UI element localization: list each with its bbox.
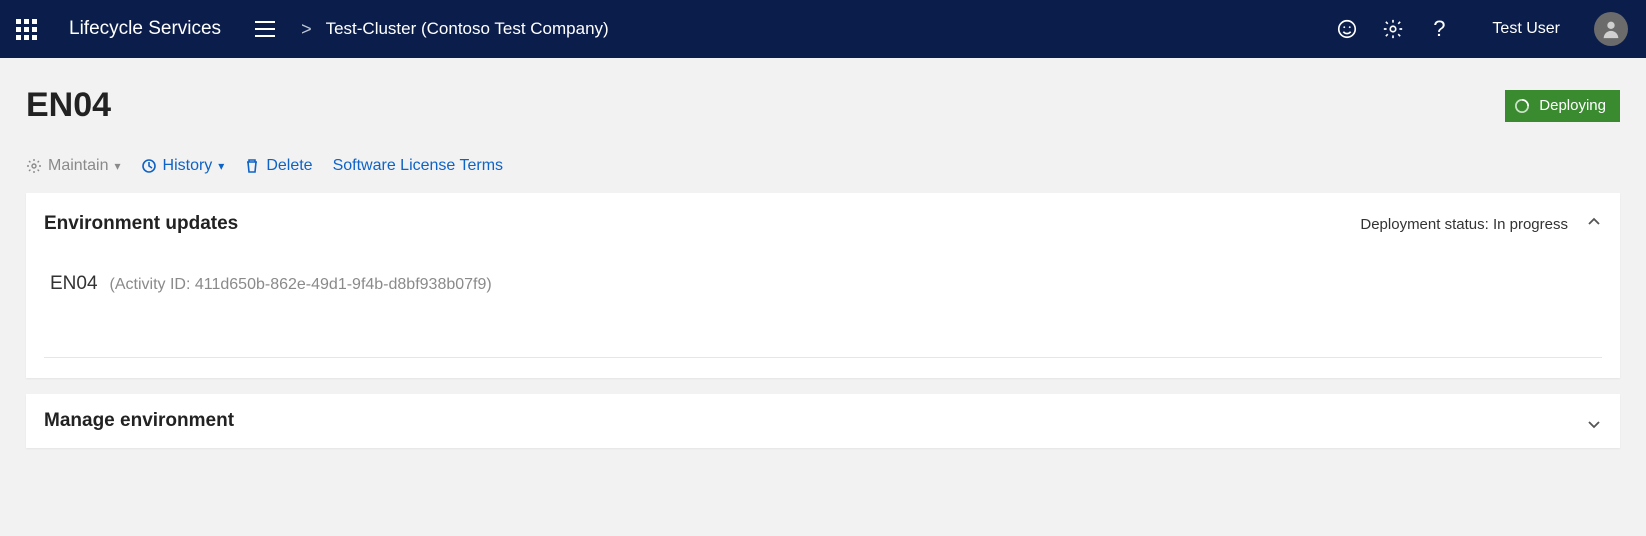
header-actions: ? Test User: [1336, 12, 1628, 46]
update-activity-id: (Activity ID: 411d650b-862e-49d1-9f4b-d8…: [110, 276, 492, 294]
hamburger-icon[interactable]: [249, 15, 281, 43]
expand-chevron-down-icon[interactable]: [1586, 411, 1602, 432]
deployment-status-value: In progress: [1493, 216, 1568, 233]
command-bar: Maintain ▾ History ▾ Delete Software Lic…: [26, 157, 1620, 175]
maintain-menu: Maintain ▾: [26, 157, 121, 175]
history-menu[interactable]: History ▾: [141, 157, 225, 175]
license-link[interactable]: Software License Terms: [333, 157, 503, 175]
chevron-down-icon: ▾: [114, 159, 120, 173]
top-header: Lifecycle Services > Test-Cluster (Conto…: [0, 0, 1646, 58]
user-avatar-icon[interactable]: [1594, 12, 1628, 46]
manage-env-title: Manage environment: [44, 410, 234, 432]
page-body: EN04 Deploying Maintain ▾ History ▾ Dele…: [0, 58, 1646, 448]
collapse-chevron-up-icon[interactable]: [1586, 214, 1602, 235]
env-updates-title: Environment updates: [44, 213, 238, 235]
manage-environment-card[interactable]: Manage environment: [26, 394, 1620, 448]
divider: [44, 357, 1602, 358]
chevron-down-icon: ▾: [218, 159, 224, 173]
delete-button[interactable]: Delete: [244, 157, 312, 175]
help-icon[interactable]: ?: [1428, 18, 1450, 40]
maintain-label: Maintain: [48, 157, 108, 175]
delete-label: Delete: [266, 157, 312, 175]
feedback-smiley-icon[interactable]: [1336, 18, 1358, 40]
status-badge: Deploying: [1505, 90, 1620, 122]
settings-gear-icon[interactable]: [1382, 18, 1404, 40]
waffle-icon[interactable]: [10, 13, 43, 46]
license-label: Software License Terms: [333, 157, 503, 175]
breadcrumb[interactable]: Test-Cluster (Contoso Test Company): [326, 19, 609, 39]
page-title: EN04: [26, 86, 111, 125]
deployment-status-text: Deployment status: In progress: [1360, 216, 1568, 233]
update-env-name: EN04: [50, 273, 98, 295]
breadcrumb-separator: >: [301, 19, 312, 40]
gear-small-icon: [26, 158, 42, 174]
app-title[interactable]: Lifecycle Services: [69, 18, 221, 40]
update-row: EN04 (Activity ID: 411d650b-862e-49d1-9f…: [44, 273, 1602, 295]
history-label: History: [163, 157, 213, 175]
history-clock-icon: [141, 158, 157, 174]
environment-updates-card: Environment updates Deployment status: I…: [26, 193, 1620, 378]
status-badge-label: Deploying: [1539, 97, 1606, 114]
deployment-status-prefix: Deployment status:: [1360, 216, 1488, 233]
user-name[interactable]: Test User: [1492, 20, 1560, 38]
trash-icon: [244, 158, 260, 174]
deploying-spinner-icon: [1515, 99, 1529, 113]
